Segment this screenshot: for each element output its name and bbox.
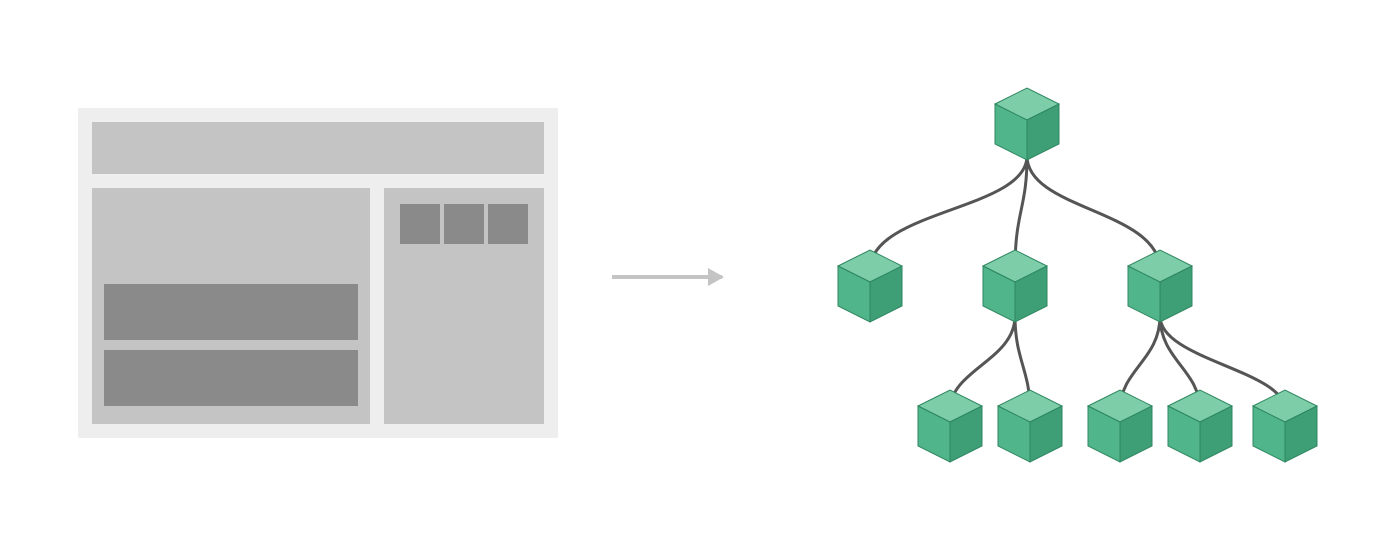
diagram-canvas: [0, 0, 1387, 541]
wireframe-container: [78, 108, 558, 438]
wireframe-thumb: [400, 204, 440, 244]
wireframe-header: [92, 122, 544, 174]
wireframe-thumb: [444, 204, 484, 244]
tree-node: [918, 390, 982, 462]
tree-node-root: [995, 88, 1059, 160]
tree-node: [1128, 250, 1192, 322]
tree-edges: [870, 156, 1285, 410]
wireframe-sidebar: [384, 188, 544, 424]
arrow-right-icon: [612, 275, 722, 279]
tree-diagram: [760, 60, 1370, 500]
tree-node: [983, 250, 1047, 322]
wireframe-content-bar: [104, 284, 358, 340]
tree-node: [1253, 390, 1317, 462]
wireframe-thumb: [488, 204, 528, 244]
tree-node: [1088, 390, 1152, 462]
tree-node: [838, 250, 902, 322]
wireframe-content-bar: [104, 350, 358, 406]
wireframe-main: [92, 188, 370, 424]
tree-node: [998, 390, 1062, 462]
tree-node: [1168, 390, 1232, 462]
